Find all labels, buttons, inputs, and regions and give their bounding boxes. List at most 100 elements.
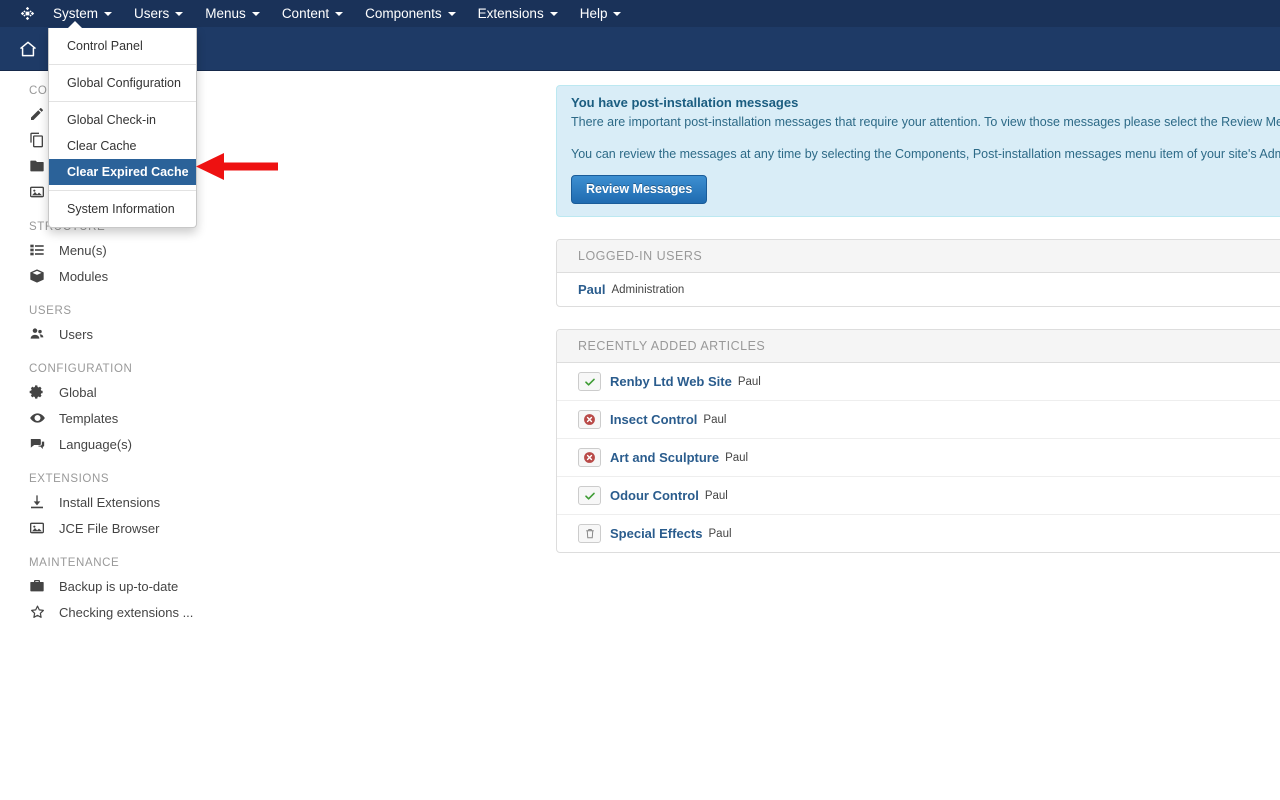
- image-icon: [29, 519, 49, 537]
- nav-item-extensions-label: Extensions: [477, 6, 544, 21]
- nav-item-users-label: Users: [134, 6, 170, 21]
- alert-paragraph-2: You can review the messages at any time …: [571, 147, 1280, 161]
- article-author: Paul: [703, 413, 727, 426]
- nav-item-users[interactable]: Users: [123, 0, 194, 27]
- logged-in-users-panel: LOGGED-IN USERS Paul Administration: [556, 239, 1280, 307]
- status-published-icon[interactable]: [578, 372, 601, 391]
- status-unpublished-icon[interactable]: [578, 410, 601, 429]
- nav-item-components[interactable]: Components: [354, 0, 467, 27]
- recent-articles-panel: RECENTLY ADDED ARTICLES Renby Ltd Web Si…: [556, 329, 1280, 553]
- menu-item-global-check-in[interactable]: Global Check-in: [49, 107, 196, 133]
- top-navbar: System Users Menus Content Components Ex…: [0, 0, 1280, 27]
- logged-in-user-name[interactable]: Paul: [578, 282, 605, 297]
- system-dropdown-menu: Control Panel Global Configuration Globa…: [48, 21, 197, 228]
- post-installation-alert: You have post-installation messages Ther…: [556, 85, 1280, 217]
- status-published-icon[interactable]: [578, 486, 601, 505]
- logged-in-user-row[interactable]: Paul Administration: [557, 273, 1280, 306]
- briefcase-icon: [29, 577, 49, 595]
- alert-paragraph-1: There are important post-installation me…: [571, 115, 1280, 129]
- sidebar-item-menus[interactable]: Menu(s): [0, 237, 250, 263]
- nav-item-extensions[interactable]: Extensions: [467, 0, 569, 27]
- article-title[interactable]: Special Effects: [610, 526, 703, 541]
- chevron-down-icon: [447, 11, 456, 16]
- nav-item-content-label: Content: [281, 6, 330, 21]
- download-icon: [29, 493, 49, 511]
- sidebar-item-jce-file-browser[interactable]: JCE File Browser: [0, 515, 250, 541]
- sidebar-item-users-label: Users: [59, 326, 93, 342]
- status-unpublished-icon[interactable]: [578, 448, 601, 467]
- home-icon-glyph: [20, 41, 36, 57]
- home-icon[interactable]: [14, 36, 42, 62]
- main-content: You have post-installation messages Ther…: [556, 85, 1280, 553]
- eye-icon: [29, 409, 49, 427]
- pencil-icon: [29, 105, 49, 123]
- alert-title: You have post-installation messages: [571, 95, 799, 110]
- article-row[interactable]: Art and Sculpture Paul: [557, 439, 1280, 477]
- nav-item-content[interactable]: Content: [271, 0, 354, 27]
- sidebar-item-users[interactable]: Users: [0, 321, 250, 347]
- article-author: Paul: [704, 489, 728, 502]
- chevron-down-icon: [549, 11, 558, 16]
- sidebar-item-extensions-check-label: Checking extensions ...: [59, 604, 194, 620]
- article-row[interactable]: Renby Ltd Web Site Paul: [557, 363, 1280, 401]
- chevron-down-icon: [613, 11, 622, 16]
- menu-divider: [49, 101, 196, 102]
- menu-divider: [49, 190, 196, 191]
- sidebar-item-modules-label: Modules: [59, 268, 109, 284]
- article-title[interactable]: Renby Ltd Web Site: [610, 374, 732, 389]
- menu-item-control-panel[interactable]: Control Panel: [49, 33, 196, 59]
- sidebar-item-modules[interactable]: Modules: [0, 263, 250, 289]
- star-icon: [29, 603, 49, 621]
- sidebar-item-global[interactable]: Global: [0, 379, 250, 405]
- article-title[interactable]: Insect Control: [610, 412, 697, 427]
- gear-icon: [29, 383, 49, 401]
- recent-articles-heading: RECENTLY ADDED ARTICLES: [557, 330, 1280, 363]
- menu-divider: [49, 64, 196, 65]
- joomla-logo-icon[interactable]: [12, 0, 42, 27]
- sidebar-heading-users: USERS: [29, 305, 72, 317]
- chevron-down-icon: [335, 11, 344, 16]
- chevron-down-icon: [104, 11, 113, 16]
- article-row[interactable]: Special Effects Paul: [557, 515, 1280, 552]
- sidebar-item-templates[interactable]: Templates: [0, 405, 250, 431]
- annotation-arrow-icon: [196, 152, 278, 187]
- article-row[interactable]: Insect Control Paul: [557, 401, 1280, 439]
- sidebar-item-backup-status[interactable]: Backup is up-to-date: [0, 573, 250, 599]
- nav-item-components-label: Components: [365, 6, 442, 21]
- menu-item-clear-cache[interactable]: Clear Cache: [49, 133, 196, 159]
- menu-item-system-information[interactable]: System Information: [49, 196, 196, 222]
- sidebar-heading-configuration: CONFIGURATION: [29, 363, 133, 375]
- status-trashed-icon[interactable]: [578, 524, 601, 543]
- sidebar-item-install-extensions-label: Install Extensions: [59, 494, 161, 510]
- article-author: Paul: [737, 375, 761, 388]
- menu-item-clear-expired-cache[interactable]: Clear Expired Cache: [49, 159, 196, 185]
- annotation-arrow-glyph: [196, 153, 278, 180]
- cube-icon: [29, 267, 49, 285]
- article-title[interactable]: Odour Control: [610, 488, 699, 503]
- menu-item-global-configuration[interactable]: Global Configuration: [49, 70, 196, 96]
- logged-in-users-heading: LOGGED-IN USERS: [557, 240, 1280, 273]
- nav-item-system[interactable]: System: [42, 0, 124, 27]
- image-icon: [29, 183, 49, 201]
- article-row[interactable]: Odour Control Paul: [557, 477, 1280, 515]
- sidebar-heading-maintenance: MAINTENANCE: [29, 557, 120, 569]
- sidebar-item-install-extensions[interactable]: Install Extensions: [0, 489, 250, 515]
- folder-icon: [29, 157, 49, 175]
- nav-item-system-label: System: [53, 6, 99, 21]
- comment-icon: [29, 435, 49, 453]
- nav-item-menus-label: Menus: [205, 6, 246, 21]
- sidebar-item-languages[interactable]: Language(s): [0, 431, 250, 457]
- nav-item-menus[interactable]: Menus: [194, 0, 271, 27]
- article-title[interactable]: Art and Sculpture: [610, 450, 719, 465]
- sidebar-item-menus-label: Menu(s): [59, 242, 107, 258]
- nav-item-help[interactable]: Help: [569, 0, 633, 27]
- chevron-down-icon: [175, 11, 184, 16]
- sidebar-heading-extensions: EXTENSIONS: [29, 473, 110, 485]
- joomla-logo-glyph: [20, 6, 34, 21]
- nav-item-help-label: Help: [579, 6, 608, 21]
- logged-in-user-group: Administration: [611, 283, 685, 296]
- sidebar-item-extensions-check[interactable]: Checking extensions ...: [0, 599, 250, 625]
- review-messages-button[interactable]: Review Messages: [571, 175, 708, 204]
- sidebar-item-languages-label: Language(s): [59, 436, 132, 452]
- list-icon: [29, 241, 49, 259]
